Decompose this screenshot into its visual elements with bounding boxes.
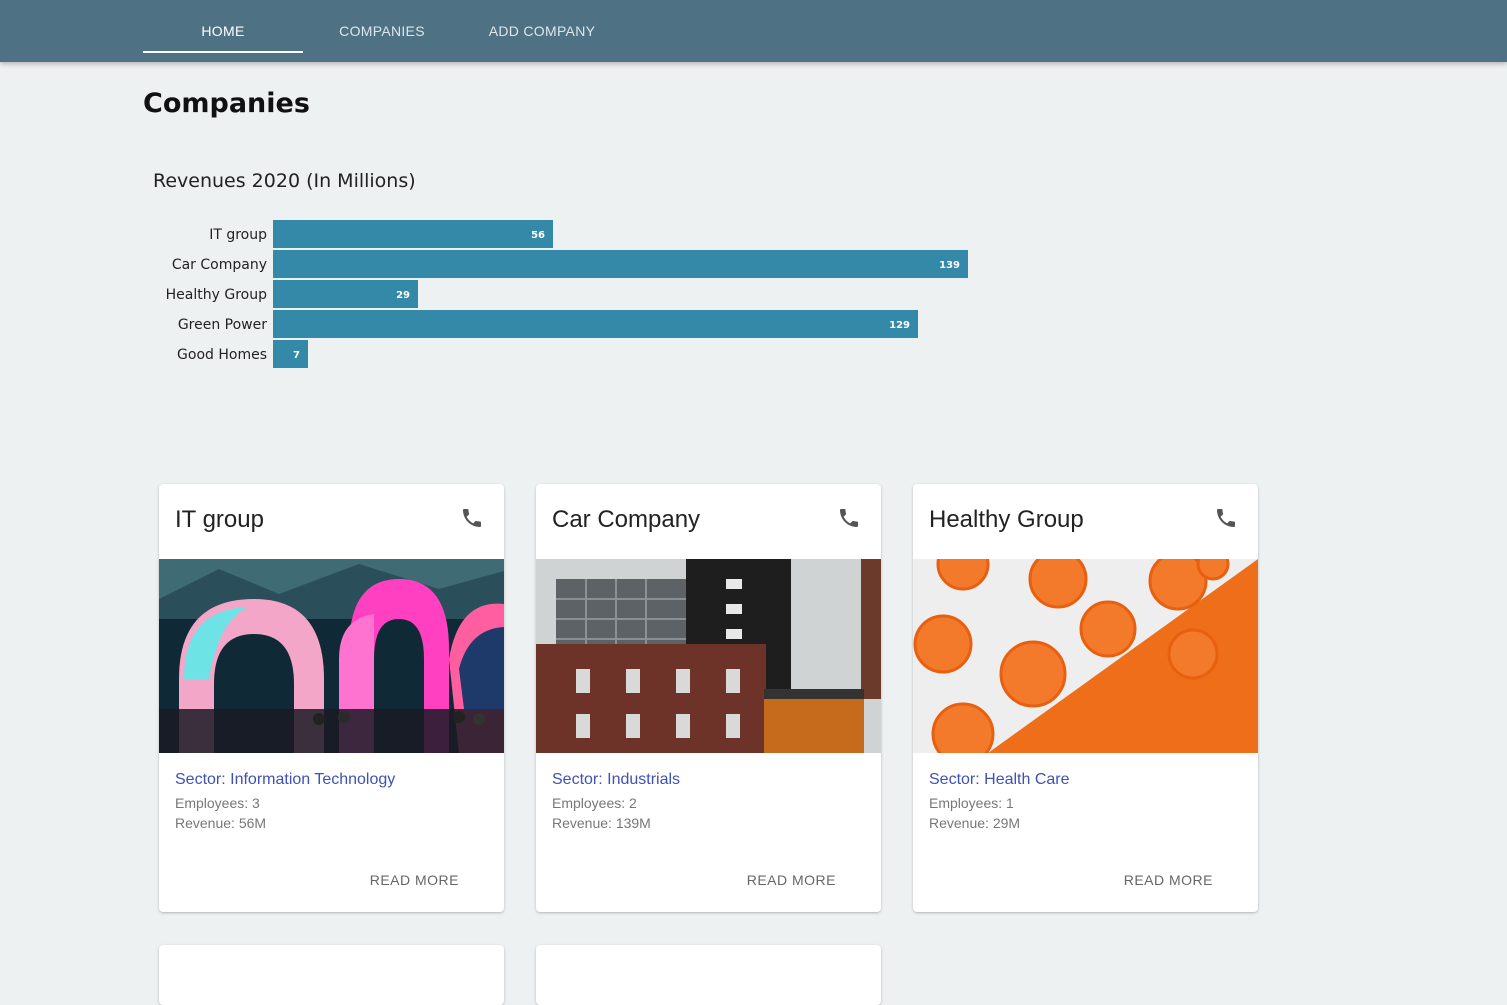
company-card-healthy-group: Healthy Group Sector: Health Care Employ… <box>913 484 1258 912</box>
card-employees: Employees: 2 <box>552 795 637 811</box>
card-revenue: Revenue: 139M <box>552 815 651 831</box>
read-more-button[interactable]: READ MORE <box>747 872 836 888</box>
card-employees: Employees: 3 <box>175 795 260 811</box>
card-employees: Employees: 1 <box>929 795 1014 811</box>
chart-bar <box>273 340 308 368</box>
card-sector: Sector: Industrials <box>552 771 681 788</box>
chart-category-label: Green Power <box>178 317 267 333</box>
phone-icon[interactable] <box>837 506 861 530</box>
chart-category-label: Car Company <box>172 257 267 273</box>
company-card-it-group: IT group Sector: Information Technology … <box>159 484 504 912</box>
company-card-partial-2 <box>536 945 881 1005</box>
read-more-button[interactable]: READ MORE <box>370 872 459 888</box>
chart-bar <box>273 310 918 338</box>
card-revenue: Revenue: 56M <box>175 815 267 831</box>
inflatable-arches-photo <box>159 559 504 753</box>
carrot-slices-photo <box>913 559 1258 753</box>
chart-bar <box>273 220 553 248</box>
phone-icon[interactable] <box>460 506 484 530</box>
chart-value-label: 7 <box>293 350 300 361</box>
card-revenue: Revenue: 29M <box>929 815 1021 831</box>
card-title: Healthy Group <box>929 506 1084 533</box>
chart-category-label: Good Homes <box>177 347 267 363</box>
chart-category-label: Healthy Group <box>166 287 267 303</box>
chart-value-label: 129 <box>889 320 910 331</box>
phone-icon[interactable] <box>1214 506 1238 530</box>
card-sector: Sector: Information Technology <box>175 771 396 788</box>
card-title: IT group <box>175 506 264 533</box>
chart-value-label: 139 <box>939 260 960 271</box>
read-more-button[interactable]: READ MORE <box>1124 872 1213 888</box>
chart-category-label: IT group <box>209 227 267 243</box>
card-title: Car Company <box>552 506 701 533</box>
card-sector: Sector: Health Care <box>929 771 1070 788</box>
company-card-partial-1 <box>159 945 504 1005</box>
office-buildings-photo <box>536 559 881 753</box>
revenue-bar-chart: IT group 56 Car Company 139 Healthy Group 29 G… <box>166 220 968 368</box>
company-card-car-company: Car Company Sector: Industrials Employee… <box>536 484 881 912</box>
chart-value-label: 56 <box>531 230 545 241</box>
chart-bar <box>273 250 968 278</box>
chart-value-label: 29 <box>396 290 410 301</box>
